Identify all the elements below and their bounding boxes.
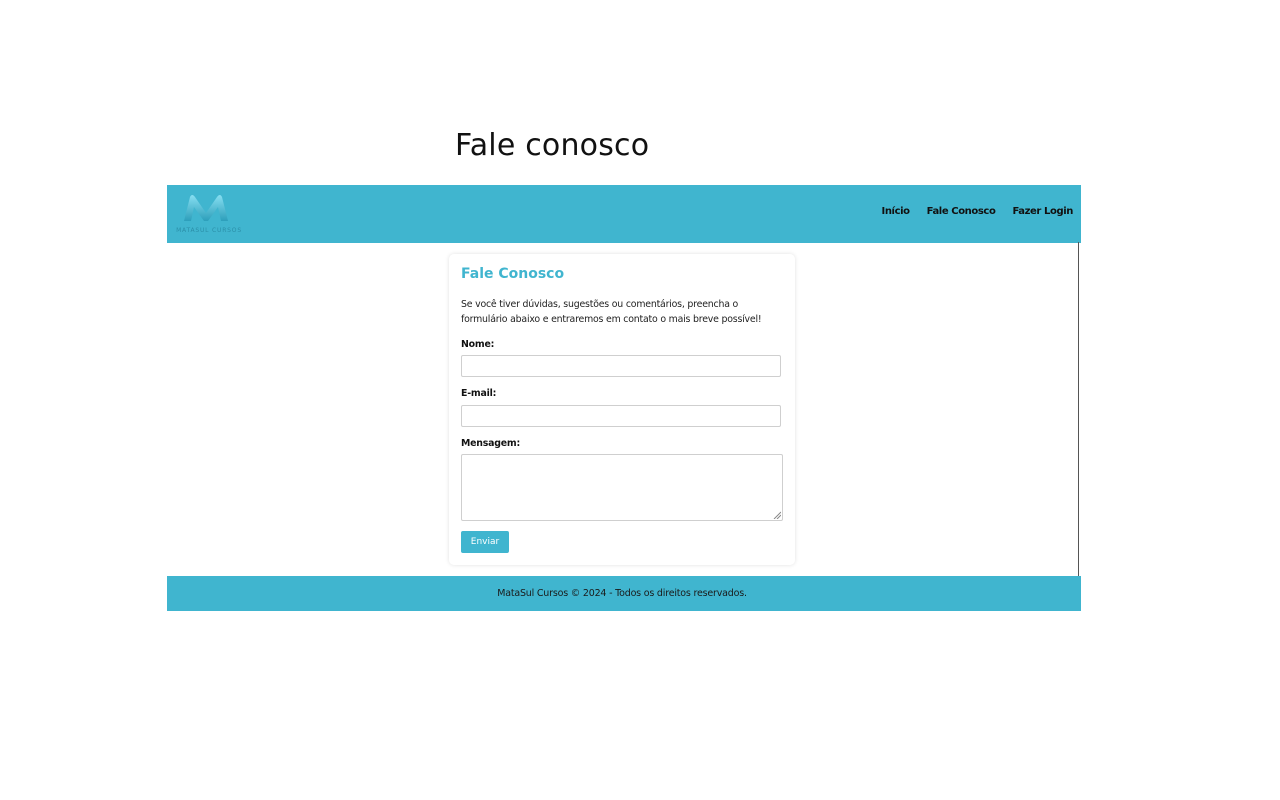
nav-links: Início Fale Conosco Fazer Login bbox=[882, 206, 1074, 217]
name-input[interactable] bbox=[461, 355, 781, 377]
submit-button[interactable]: Enviar bbox=[461, 531, 509, 553]
message-textarea[interactable] bbox=[461, 454, 783, 521]
form-description: Se você tiver dúvidas, sugestões ou come… bbox=[461, 299, 762, 325]
nav-link-inicio[interactable]: Início bbox=[882, 206, 910, 217]
frame-divider bbox=[1078, 242, 1079, 576]
resize-grip-icon[interactable] bbox=[773, 511, 781, 519]
slide-title: Fale conosco bbox=[455, 128, 650, 163]
m-logo-icon bbox=[184, 195, 228, 221]
nav-link-fale-conosco[interactable]: Fale Conosco bbox=[927, 206, 996, 217]
logo-text: MATASUL CURSOS bbox=[176, 227, 242, 234]
message-label: Mensagem: bbox=[461, 438, 521, 449]
site-logo[interactable]: MATASUL CURSOS bbox=[170, 191, 244, 234]
footer-copyright: MataSul Cursos © 2024 - Todos os direito… bbox=[497, 588, 747, 599]
email-label: E-mail: bbox=[461, 388, 497, 399]
name-label: Nome: bbox=[461, 339, 495, 350]
message-field-wrapper bbox=[449, 454, 795, 521]
website-screenshot: MATASUL CURSOS Início Fale Conosco Fazer… bbox=[167, 185, 1081, 611]
contact-form-card: Fale Conosco Se você tiver dúvidas, suge… bbox=[449, 254, 795, 565]
nav-link-fazer-login[interactable]: Fazer Login bbox=[1012, 206, 1073, 217]
form-title: Fale Conosco bbox=[461, 266, 565, 282]
email-input[interactable] bbox=[461, 405, 781, 427]
navbar: MATASUL CURSOS Início Fale Conosco Fazer… bbox=[167, 185, 1081, 243]
footer: MataSul Cursos © 2024 - Todos os direito… bbox=[167, 576, 1081, 611]
